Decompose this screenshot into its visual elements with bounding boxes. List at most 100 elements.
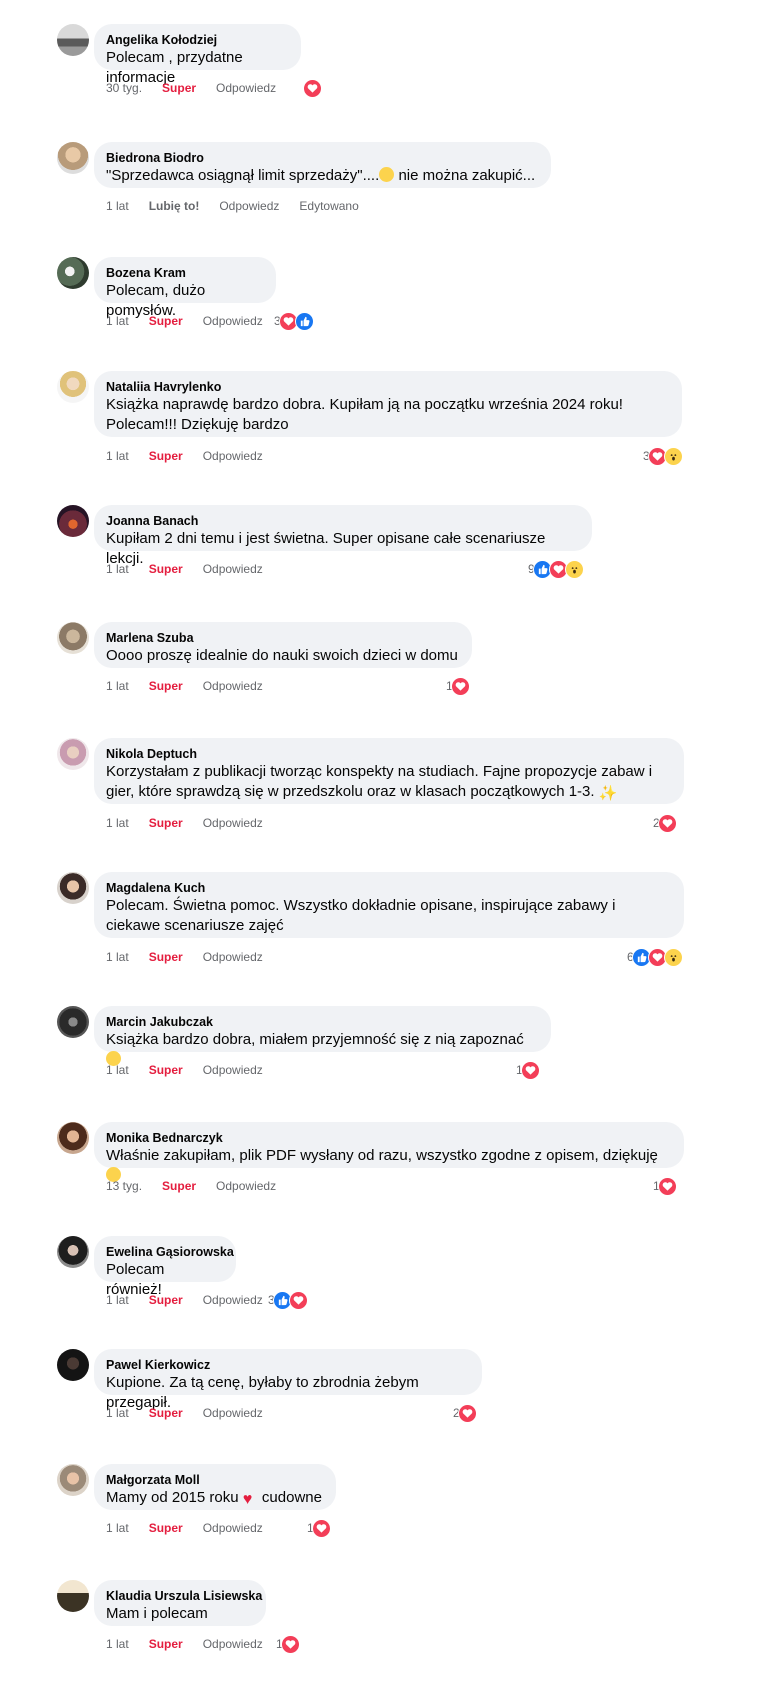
comment-time[interactable]: 1 lat	[106, 1293, 129, 1307]
comment-author[interactable]: Nikola Deptuch	[106, 746, 672, 762]
reply-button[interactable]: Odpowiedz	[203, 950, 263, 964]
reaction-button[interactable]: Super	[149, 314, 183, 328]
comment-author[interactable]: Joanna Banach	[106, 513, 580, 529]
comment-text-part: Korzystałam z publikacji tworząc konspek…	[106, 763, 653, 800]
comment-author[interactable]: Pawel Kierkowicz	[106, 1357, 470, 1373]
reaction-summary[interactable]: 1	[653, 1176, 677, 1196]
heart-reaction-icon	[280, 1634, 300, 1654]
comment-author[interactable]: Ewelina Gąsiorowska	[106, 1244, 234, 1260]
avatar[interactable]	[57, 1006, 89, 1038]
reaction-summary[interactable]: 1	[446, 676, 470, 696]
reaction-button[interactable]: Super	[149, 1406, 183, 1420]
reaction-summary[interactable]	[303, 78, 322, 98]
comment-author[interactable]: Bozena Kram	[106, 265, 264, 281]
avatar[interactable]	[57, 1122, 89, 1154]
reaction-button[interactable]: Super	[149, 1637, 183, 1651]
comment-bubble: Monika Bednarczyk Właśnie zakupiłam, pli…	[94, 1122, 684, 1182]
comment-author[interactable]: Nataliia Havrylenko	[106, 379, 670, 395]
avatar[interactable]	[57, 1464, 89, 1496]
comment-time[interactable]: 1 lat	[106, 679, 129, 693]
reaction-summary[interactable]: 2	[453, 1403, 477, 1423]
avatar[interactable]	[57, 622, 89, 654]
avatar[interactable]	[57, 142, 89, 174]
reply-button[interactable]: Odpowiedz	[203, 1406, 263, 1420]
comment-author[interactable]: Magdalena Kuch	[106, 880, 672, 896]
comment-time[interactable]: 13 tyg.	[106, 1179, 142, 1193]
reply-button[interactable]: Odpowiedz	[203, 816, 263, 830]
comment-bubble: Marlena Szuba Oooo proszę idealnie do na…	[94, 622, 472, 668]
comment-actions: 1 lat Super Odpowiedz	[106, 1404, 283, 1422]
reaction-summary[interactable]: 3	[268, 1290, 308, 1310]
reaction-summary[interactable]: 9	[528, 559, 584, 579]
avatar[interactable]	[57, 1349, 89, 1381]
reaction-button[interactable]: Super	[149, 1063, 183, 1077]
reply-button[interactable]: Odpowiedz	[216, 81, 276, 95]
comment-text: Polecam. Świetna pomoc. Wszystko dokładn…	[106, 897, 616, 934]
comment-time[interactable]: 30 tyg.	[106, 81, 142, 95]
comment-time[interactable]: 1 lat	[106, 562, 129, 576]
reaction-summary[interactable]: 6	[627, 947, 683, 967]
comment-time[interactable]: 1 lat	[106, 1063, 129, 1077]
reaction-summary[interactable]: 3	[643, 446, 683, 466]
reaction-button[interactable]: Super	[149, 816, 183, 830]
comment-time[interactable]: 1 lat	[106, 1521, 129, 1535]
comment-author[interactable]: Małgorzata Moll	[106, 1472, 324, 1488]
heart-reaction-icon	[450, 676, 470, 696]
comment-text: Mam i polecam	[106, 1605, 208, 1622]
reaction-button[interactable]: Super	[149, 679, 183, 693]
reply-button[interactable]: Odpowiedz	[203, 1521, 263, 1535]
comment-actions: 1 lat Super Odpowiedz	[106, 1291, 283, 1309]
comment-time[interactable]: 1 lat	[106, 1406, 129, 1420]
reaction-button[interactable]: Super	[149, 449, 183, 463]
comment-author[interactable]: Marcin Jakubczak	[106, 1014, 539, 1030]
comment-time[interactable]: 1 lat	[106, 314, 129, 328]
comment-author[interactable]: Angelika Kołodziej	[106, 32, 289, 48]
reaction-summary[interactable]: 3	[274, 311, 314, 331]
avatar[interactable]	[57, 1236, 89, 1268]
reply-button[interactable]: Odpowiedz	[219, 199, 279, 213]
reply-button[interactable]: Odpowiedz	[203, 449, 263, 463]
comment-author[interactable]: Monika Bednarczyk	[106, 1130, 672, 1146]
wow-reaction-icon	[564, 559, 584, 579]
comment-time[interactable]: 1 lat	[106, 950, 129, 964]
reaction-summary[interactable]: 1	[307, 1518, 331, 1538]
reaction-summary[interactable]: 2	[653, 813, 677, 833]
reply-button[interactable]: Odpowiedz	[203, 562, 263, 576]
reply-button[interactable]: Odpowiedz	[203, 1637, 263, 1651]
reaction-button[interactable]: Super	[162, 1179, 196, 1193]
comment-time[interactable]: 1 lat	[106, 816, 129, 830]
avatar[interactable]	[57, 24, 89, 56]
reply-button[interactable]: Odpowiedz	[216, 1179, 276, 1193]
avatar[interactable]	[57, 257, 89, 289]
reaction-button[interactable]: Super	[149, 1521, 183, 1535]
comment-author[interactable]: Marlena Szuba	[106, 630, 460, 646]
comments-feed: Angelika Kołodziej Polecam , przydatne i…	[0, 0, 780, 1684]
comment-actions: 1 lat Super Odpowiedz	[106, 312, 283, 330]
comment-actions: 1 lat Super Odpowiedz	[106, 447, 283, 465]
avatar[interactable]	[57, 1580, 89, 1612]
like-button[interactable]: Lubię to!	[149, 199, 200, 213]
comment-author[interactable]: Klaudia Urszula Lisiewska	[106, 1588, 262, 1604]
reply-button[interactable]: Odpowiedz	[203, 679, 263, 693]
avatar[interactable]	[57, 371, 89, 403]
avatar[interactable]	[57, 738, 89, 770]
reply-button[interactable]: Odpowiedz	[203, 1293, 263, 1307]
comment-time[interactable]: 1 lat	[106, 1637, 129, 1651]
edited-label: Edytowano	[299, 199, 359, 213]
reaction-button[interactable]: Super	[149, 1293, 183, 1307]
like-reaction-icon	[294, 311, 314, 331]
reaction-button[interactable]: Super	[149, 950, 183, 964]
reaction-button[interactable]: Super	[149, 562, 183, 576]
comment-author[interactable]: Biedrona Biodro	[106, 150, 539, 166]
comment-time[interactable]: 1 lat	[106, 449, 129, 463]
comment-time[interactable]: 1 lat	[106, 199, 129, 213]
reaction-summary[interactable]: 1	[516, 1060, 540, 1080]
avatar[interactable]	[57, 505, 89, 537]
comment-bubble: Marcin Jakubczak Książka bardzo dobra, m…	[94, 1006, 551, 1066]
reaction-button[interactable]: Super	[162, 81, 196, 95]
reply-button[interactable]: Odpowiedz	[203, 314, 263, 328]
reply-button[interactable]: Odpowiedz	[203, 1063, 263, 1077]
avatar[interactable]	[57, 872, 89, 904]
comment-bubble: Nikola Deptuch Korzystałam z publikacji …	[94, 738, 684, 804]
reaction-summary[interactable]: 1	[276, 1634, 300, 1654]
